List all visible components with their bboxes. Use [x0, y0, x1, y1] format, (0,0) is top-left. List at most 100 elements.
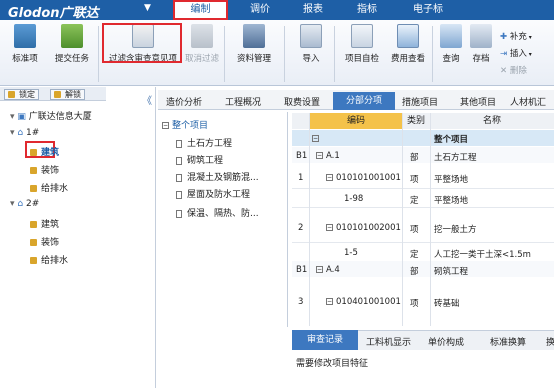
cancel-filter-label: 取消过滤: [184, 54, 219, 64]
archive-save-button[interactable]: 存档: [468, 24, 494, 64]
division-item-label: 保温、隔热、防...: [187, 209, 259, 219]
row-code: −010401001001: [326, 297, 401, 307]
tree-item-zhuangshi-2[interactable]: 装饰: [30, 235, 59, 248]
lock-button[interactable]: 锁定: [4, 89, 39, 100]
row-code: 1-98: [344, 194, 364, 204]
tree-item-jianzhu-1[interactable]: 建筑: [30, 145, 59, 158]
division-item[interactable]: 屋面及防水工程: [176, 187, 250, 200]
menu-zhibiao[interactable]: 指标: [352, 2, 382, 18]
cancel-filter-button[interactable]: 取消过滤: [184, 24, 220, 64]
delete-button[interactable]: ✕ 删除: [500, 64, 527, 76]
division-root-label: 整个项目: [172, 121, 209, 131]
archive-save-label: 存档: [472, 54, 490, 64]
tab-labor-material[interactable]: 人材机汇: [510, 95, 546, 108]
tab-cost-analysis[interactable]: 造价分析: [166, 95, 202, 108]
tab-fee-settings[interactable]: 取费设置: [284, 95, 320, 108]
menu-baobiao[interactable]: 报表: [298, 2, 328, 18]
tree-root[interactable]: ▾ ▣ 广联达信息大厦: [10, 109, 92, 122]
document-icon: [176, 156, 182, 165]
tab-more[interactable]: 换: [546, 335, 554, 348]
row-type: 定: [410, 196, 419, 206]
tree-root-label: 广联达信息大厦: [28, 112, 92, 122]
menu-dianzibiao[interactable]: 电子标: [408, 2, 448, 18]
tab-measures[interactable]: 措施项目: [402, 95, 438, 108]
clipboard-check-icon: [61, 24, 83, 48]
insert-button[interactable]: ⇥ 插入 ▾: [500, 47, 532, 59]
expand-icon: ▾: [10, 199, 15, 209]
row-code: −010101001001: [326, 173, 401, 183]
division-item[interactable]: 保温、隔热、防...: [176, 206, 259, 219]
magnifier-doc-icon: [397, 24, 419, 48]
delete-label: 删除: [509, 66, 527, 76]
tree-item-label: 给排水: [41, 256, 69, 266]
lock-label: 锁定: [19, 90, 35, 99]
submit-task-label: 提交任务: [54, 54, 89, 64]
row-type: 项: [410, 225, 419, 235]
review-note: 需要修改项目特征: [296, 359, 369, 369]
import-label: 导入: [302, 54, 320, 64]
unlock-label: 解锁: [65, 90, 81, 99]
row-code: − A.1: [316, 151, 340, 161]
supplement-button[interactable]: ✚ 补充 ▾: [500, 30, 532, 42]
document-icon: [176, 139, 182, 148]
grid-column-line: [402, 113, 403, 326]
lock-icon: [8, 91, 15, 98]
grid-header-type[interactable]: 类别: [402, 113, 430, 129]
tree-group-2[interactable]: ▾ ⌂ 2#: [10, 199, 39, 209]
table-row[interactable]: [292, 130, 554, 146]
grid-header-code[interactable]: 编码: [310, 113, 402, 129]
tree-item-zhuangshi-1[interactable]: 装饰: [30, 163, 59, 176]
division-root[interactable]: − 整个项目: [162, 118, 208, 131]
tab-other-items[interactable]: 其他项目: [460, 95, 496, 108]
tree-item-geipaishui-2[interactable]: 给排水: [30, 253, 68, 266]
self-check-button[interactable]: 项目自检: [342, 24, 382, 64]
division-item-label: 混凝土及钢筋混...: [187, 173, 259, 183]
division-item[interactable]: 混凝土及钢筋混...: [176, 170, 259, 183]
ribbon-separator: [224, 26, 225, 82]
division-item[interactable]: 砌筑工程: [176, 153, 223, 166]
house-icon: ⌂: [17, 128, 24, 138]
tab-material-display[interactable]: 工料机显示: [366, 335, 411, 348]
cost-view-button[interactable]: 费用查看: [388, 24, 428, 64]
division-item-label: 砌筑工程: [187, 156, 224, 166]
funnel-icon: [191, 24, 213, 48]
tab-unit-price[interactable]: 单价构成: [428, 335, 464, 348]
menu-tiaojia[interactable]: 调价: [245, 2, 275, 18]
tab-standard-conversion[interactable]: 标准换算: [490, 335, 526, 348]
grid-column-line: [430, 113, 431, 326]
query-button[interactable]: 查询: [438, 24, 464, 64]
tree-item-geipaishui-1[interactable]: 给排水: [30, 181, 68, 194]
menu-bianzhi[interactable]: 编制: [173, 0, 228, 20]
lock-icon: [30, 167, 37, 174]
import-button[interactable]: 导入: [296, 24, 326, 64]
standard-item-label: 标准项: [12, 54, 38, 64]
tree-group-1[interactable]: ▾ ⌂ 1#: [10, 128, 39, 138]
tab-project-overview[interactable]: 工程概况: [225, 95, 261, 108]
row-type: 项: [410, 175, 419, 185]
logo-dropdown-icon[interactable]: ▼: [144, 3, 151, 13]
row-type: 部: [410, 153, 419, 163]
row-name: 砖基础: [434, 299, 460, 309]
unlock-button[interactable]: 解锁: [50, 89, 85, 100]
tab-review-records[interactable]: 审查记录: [292, 330, 358, 350]
lock-icon: [30, 185, 37, 192]
tab-divisional-items[interactable]: 分部分项: [333, 92, 395, 110]
row-collapse-icon[interactable]: −: [312, 134, 322, 144]
data-management-button[interactable]: 资料管理: [232, 24, 276, 64]
tree-item-label: 建筑: [41, 220, 60, 230]
division-item-label: 土石方工程: [187, 139, 233, 149]
panel-divider: [155, 87, 156, 388]
standard-item-button[interactable]: 标准项: [8, 24, 42, 64]
submit-task-button[interactable]: 提交任务: [52, 24, 92, 64]
delete-icon: ✕: [500, 66, 508, 76]
check-doc-icon: [351, 24, 373, 48]
collapse-panel-icon[interactable]: 《: [142, 92, 152, 107]
division-item[interactable]: 土石方工程: [176, 136, 232, 149]
lock-icon: [30, 239, 37, 246]
row-code: − A.4: [316, 265, 340, 275]
tree-item-jianzhu-2[interactable]: 建筑: [30, 217, 59, 230]
grid-header-name[interactable]: 名称: [430, 113, 554, 129]
expand-icon: ▾: [10, 112, 15, 122]
row-name: 平整场地: [434, 196, 469, 206]
collapse-box-icon: −: [162, 122, 169, 129]
